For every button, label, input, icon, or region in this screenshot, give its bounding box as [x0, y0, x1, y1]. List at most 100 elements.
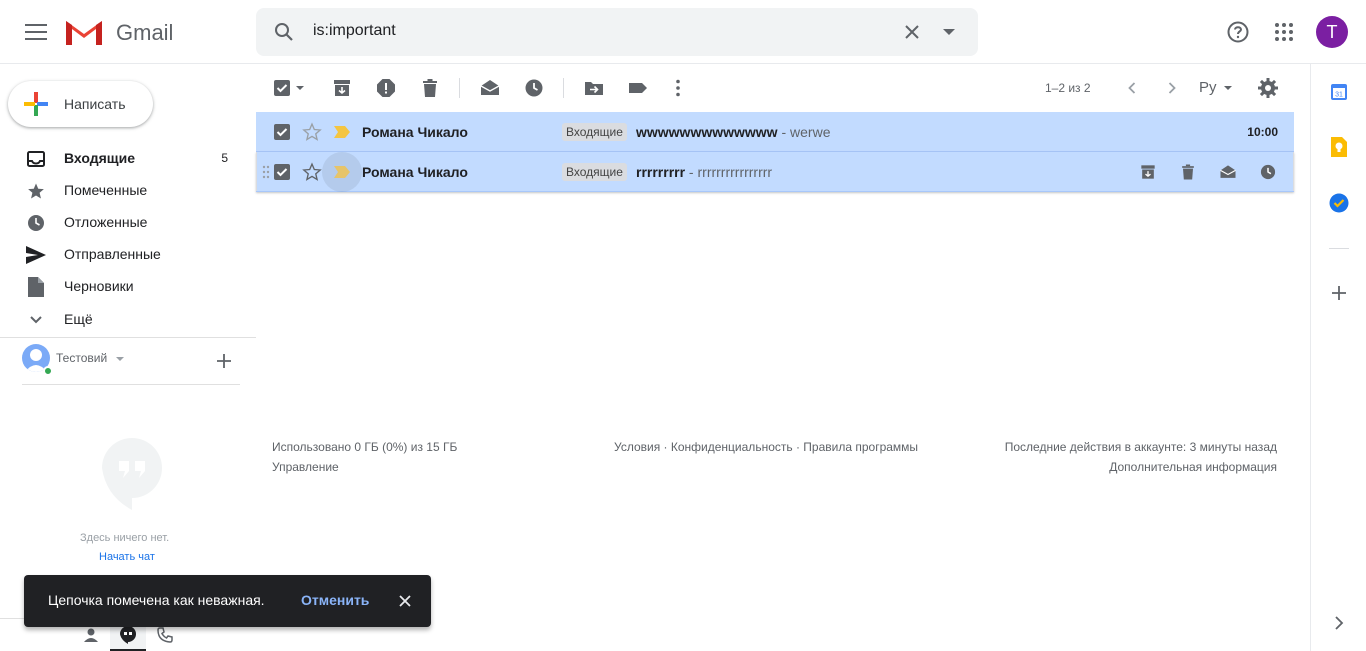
hangouts-icon [120, 625, 136, 644]
star-outline-icon[interactable] [302, 162, 322, 182]
new-conversation-button[interactable] [212, 349, 236, 373]
program-policies-link[interactable]: Правила программы [803, 440, 918, 454]
get-addons-button[interactable] [1328, 282, 1350, 304]
importance-marker-hover[interactable] [322, 152, 362, 192]
hangouts-quote-icon [102, 438, 162, 510]
send-icon [26, 246, 46, 264]
calendar-addon-button[interactable]: 31 [1328, 81, 1350, 103]
checkbox-checked-icon[interactable] [273, 123, 291, 141]
top-header: Gmail is:important T [0, 0, 1366, 64]
manage-storage-link[interactable]: Управление [272, 460, 339, 474]
apps-grid-icon [1275, 23, 1293, 41]
contacts-tab[interactable] [80, 624, 102, 646]
row-mark-read-button[interactable] [1216, 160, 1240, 184]
newer-button[interactable] [1120, 76, 1144, 100]
hangouts-empty-illustration [100, 436, 164, 512]
caret-down-icon [116, 357, 124, 361]
table-row[interactable]: Романа Чикало Входящие rrrrrrrrr - rrrrr… [256, 152, 1294, 192]
apps-button[interactable] [1268, 16, 1300, 48]
input-tools-button[interactable]: Ру [1198, 76, 1238, 100]
person-icon [84, 628, 98, 642]
phone-tab[interactable] [154, 624, 176, 646]
archive-button[interactable] [330, 76, 354, 100]
mark-as-read-button[interactable] [478, 76, 502, 100]
hide-side-panel-button[interactable] [1328, 612, 1350, 634]
move-to-button[interactable] [582, 76, 606, 100]
sidebar-item-inbox[interactable]: Входящие 5 [0, 143, 256, 175]
hangouts-user-name: Тестовий [56, 351, 108, 365]
drag-handle-icon[interactable] [262, 165, 270, 179]
clear-search-button[interactable] [900, 20, 924, 44]
search-options-button[interactable] [937, 20, 961, 44]
help-icon [1227, 21, 1249, 43]
row-snooze-button[interactable] [1256, 160, 1280, 184]
sidebar-item-starred[interactable]: Помеченные [0, 175, 256, 207]
importance-marker-icon [334, 166, 350, 178]
unread-count: 5 [221, 151, 228, 165]
svg-text:31: 31 [1335, 92, 1343, 99]
sidebar-item-snoozed[interactable]: Отложенные [0, 207, 256, 239]
row-archive-button[interactable] [1136, 160, 1160, 184]
pagination-text[interactable]: 1–2 из 2 [1045, 81, 1091, 95]
support-button[interactable] [1222, 16, 1254, 48]
sidebar-item-drafts[interactable]: Черновики [0, 271, 256, 303]
start-chat-link[interactable]: Начать чат [99, 551, 155, 563]
sidebar-item-label: Отправленные [64, 246, 161, 262]
report-spam-icon [377, 79, 395, 97]
search-bar[interactable]: is:important [256, 8, 978, 56]
snippet-text: - rrrrrrrrrrrrrrrr [685, 164, 773, 180]
select-options-button[interactable] [292, 76, 308, 100]
tasks-addon-button[interactable] [1328, 192, 1350, 214]
plus-icon [217, 354, 231, 368]
archive-icon [334, 80, 350, 96]
keep-addon-button[interactable] [1328, 136, 1350, 158]
hamburger-icon [25, 24, 47, 40]
labels-button[interactable] [626, 76, 650, 100]
trash-icon [423, 79, 437, 97]
gmail-logo[interactable]: Gmail [64, 16, 184, 48]
snooze-button[interactable] [522, 76, 546, 100]
row-delete-button[interactable] [1176, 160, 1200, 184]
sidebar-item-sent[interactable]: Отправленные [0, 239, 256, 271]
search-icon [275, 23, 293, 41]
sidebar-item-label: Входящие [64, 150, 135, 166]
clock-icon [1260, 164, 1276, 180]
older-button[interactable] [1160, 76, 1184, 100]
label-chip[interactable]: Входящие [562, 163, 627, 181]
delete-button[interactable] [418, 76, 442, 100]
snackbar-toast: Цепочка помечена как неважная. Отменить [24, 575, 431, 627]
main-menu-button[interactable] [20, 16, 52, 48]
gmail-m-icon [66, 21, 102, 45]
importance-marker-icon[interactable] [334, 126, 350, 138]
subject-text: wwwwwwwwwwwww [636, 124, 778, 140]
report-spam-button[interactable] [374, 76, 398, 100]
sidebar-item-more[interactable]: Ещё [0, 304, 256, 336]
privacy-link[interactable]: Конфиденциальность [671, 440, 793, 454]
search-button[interactable] [272, 20, 296, 44]
draft-icon [28, 277, 44, 297]
terms-link[interactable]: Условия [614, 440, 660, 454]
undo-button[interactable]: Отменить [301, 592, 369, 608]
activity-details-link[interactable]: Дополнительная информация [1109, 460, 1277, 474]
chevron-right-icon [1168, 82, 1176, 94]
caret-down-icon [1224, 86, 1232, 90]
star-outline-icon[interactable] [302, 122, 322, 142]
sidebar-item-label: Черновики [64, 278, 134, 294]
compose-button[interactable]: Написать [8, 81, 153, 127]
sidebar-divider [0, 337, 256, 338]
star-icon [28, 183, 44, 199]
hangouts-user[interactable]: Тестовий [22, 344, 152, 376]
footer-separator: · [792, 440, 804, 454]
checkbox-checked-icon[interactable] [273, 163, 291, 181]
more-actions-button[interactable] [666, 76, 690, 100]
table-row[interactable]: Романа Чикало Входящие wwwwwwwwwwwww - w… [256, 112, 1294, 152]
search-input[interactable]: is:important [313, 22, 396, 40]
compose-label: Написать [64, 96, 126, 112]
label-chip[interactable]: Входящие [562, 123, 627, 141]
sidebar-item-label: Ещё [64, 311, 93, 327]
select-all-checkbox[interactable] [270, 76, 294, 100]
settings-button[interactable] [1256, 76, 1280, 100]
account-avatar[interactable]: T [1316, 16, 1348, 48]
close-icon [905, 25, 919, 39]
close-toast-button[interactable] [393, 589, 417, 613]
